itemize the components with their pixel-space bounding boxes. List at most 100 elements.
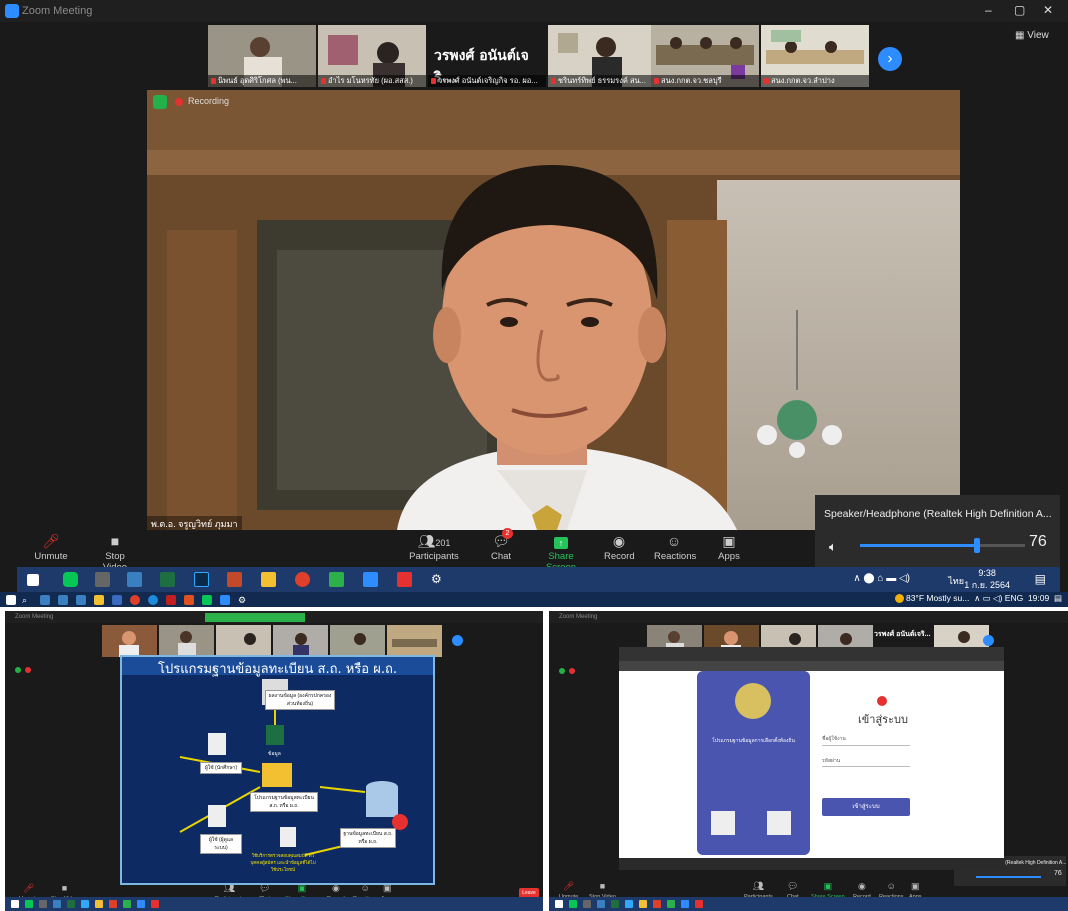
participant-thumb[interactable]: สนง.กกต.จว.ลำปาง (761, 25, 869, 87)
line-app-icon[interactable] (569, 900, 577, 908)
notes-icon[interactable] (597, 900, 605, 908)
speaker-icon: 🔈︎ (829, 539, 837, 554)
file-explorer-icon[interactable] (95, 900, 103, 908)
reactions-button[interactable]: ☺ Reactions (654, 530, 696, 562)
mini-participant-thumb[interactable] (159, 625, 214, 657)
chrome-icon[interactable] (109, 900, 117, 908)
line-app-icon[interactable] (63, 572, 78, 587)
chrome-icon[interactable] (295, 572, 310, 587)
username-input[interactable] (822, 745, 910, 746)
participant-thumb[interactable]: อำไร มโนหรทัย (ผอ.สสส.) (318, 25, 426, 87)
recorder-icon[interactable] (695, 900, 703, 908)
app-icon[interactable] (40, 595, 50, 605)
excel-icon[interactable] (67, 900, 75, 908)
excel-icon[interactable] (160, 572, 175, 587)
participant-thumb[interactable]: สนง.กกต.จว.ชลบุรี (651, 25, 759, 87)
next-page-arrow-icon[interactable] (452, 635, 463, 646)
store-icon[interactable] (112, 595, 122, 605)
excel-icon[interactable] (611, 900, 619, 908)
language-indicator[interactable]: ไทย (948, 574, 964, 588)
participants-icon: 👥︎201 (417, 533, 451, 549)
notifications-icon[interactable]: ▤ (1035, 572, 1046, 586)
tray-icons[interactable]: ∧ ⬤ ⌂ ▬ ◁) (853, 573, 910, 584)
chrome-icon[interactable] (653, 900, 661, 908)
participants-button[interactable]: 👥︎201 Participants (404, 530, 464, 562)
apps-label: Apps (718, 551, 740, 562)
edge-icon[interactable] (148, 595, 158, 605)
close-button[interactable]: ✕ (1043, 3, 1053, 17)
chrome-icon[interactable] (130, 595, 140, 605)
camtasia-icon[interactable] (329, 572, 344, 587)
mini-participant-thumb[interactable] (102, 625, 157, 657)
app-icon[interactable] (227, 572, 242, 587)
volume-slider-fill[interactable] (976, 876, 1041, 878)
password-input[interactable] (822, 766, 910, 767)
line-app-icon[interactable] (202, 595, 212, 605)
start-button-icon[interactable] (11, 900, 19, 908)
notes-icon[interactable] (53, 900, 61, 908)
start-button-icon[interactable] (6, 595, 16, 605)
app-icon[interactable] (76, 595, 86, 605)
qr-code-icon[interactable] (767, 811, 791, 835)
notifications-icon[interactable]: ▤ (1054, 593, 1062, 603)
mini-participant-thumb[interactable] (216, 625, 271, 657)
zoom-taskbar-icon[interactable] (681, 900, 689, 908)
photoshop-icon[interactable] (81, 900, 89, 908)
recorder-icon[interactable] (397, 572, 412, 587)
qr-code-icon[interactable] (711, 811, 735, 835)
calculator-icon[interactable] (583, 900, 591, 908)
chat-button[interactable]: 💬︎ 2 Chat (486, 528, 516, 562)
minimize-button[interactable]: – (985, 3, 992, 17)
unmute-button[interactable]: 🎤︎ Unmute (34, 530, 68, 562)
mini-participant-thumb[interactable] (330, 625, 385, 657)
mini-participant-thumb[interactable] (387, 625, 442, 657)
taskbar-clock[interactable]: 9:38 1 ก.ย. 2564 (964, 568, 1010, 592)
mini-window-title: Zoom Meeting (15, 614, 54, 620)
participant-thumb[interactable]: ชรินทร์ทิพย์ ธรรมรงค์ สน... (548, 25, 656, 87)
zoom-taskbar-icon[interactable] (363, 572, 378, 587)
file-explorer-icon[interactable] (639, 900, 647, 908)
app-icon[interactable] (58, 595, 68, 605)
weather-text[interactable]: 83°F Mostly su... (906, 593, 969, 603)
participant-thumb[interactable]: นิพนธ์ อุดศิริโกศล (พน... (208, 25, 316, 87)
camtasia-icon[interactable] (123, 900, 131, 908)
start-button-icon[interactable] (27, 574, 39, 586)
participant-thumb-speaker[interactable]: วรพงศ์ อนันต์เจริ... วรพงศ์ อนันต์เจริญก… (428, 25, 546, 87)
browser-address-bar[interactable] (619, 661, 1004, 671)
record-button[interactable]: ◉ Record (604, 530, 635, 562)
view-button[interactable]: ▦ View (1015, 30, 1049, 41)
outer-clock[interactable]: 19:09 (1028, 593, 1049, 603)
mini-taskbar (5, 897, 543, 911)
photoshop-icon[interactable] (194, 572, 209, 587)
start-button-icon[interactable] (555, 900, 563, 908)
login-brand-icon (877, 696, 887, 706)
photoshop-icon[interactable] (625, 900, 633, 908)
settings-gear-icon[interactable]: ⚙ (238, 595, 248, 605)
camtasia-icon[interactable] (667, 900, 675, 908)
search-icon[interactable]: ⌕ (22, 595, 32, 605)
file-explorer-icon[interactable] (261, 572, 276, 587)
line-app-icon[interactable] (25, 900, 33, 908)
acrobat-icon[interactable] (166, 595, 176, 605)
participant-count: 201 (435, 538, 451, 548)
file-explorer-icon[interactable] (94, 595, 104, 605)
app-icon[interactable] (184, 595, 194, 605)
volume-slider-knob[interactable] (974, 538, 980, 553)
calculator-icon[interactable] (39, 900, 47, 908)
login-submit-button[interactable]: เข้าสู่ระบบ (822, 798, 910, 816)
next-page-arrow-icon[interactable] (983, 635, 994, 646)
volume-slider-fill (860, 544, 978, 547)
restore-button[interactable]: ▢ (1014, 3, 1025, 17)
next-page-arrow-icon[interactable]: › (878, 47, 902, 71)
mini-taskbar (549, 897, 1068, 911)
notes-icon[interactable] (127, 572, 142, 587)
zoom-taskbar-icon[interactable] (220, 595, 230, 605)
apps-button[interactable]: ▣ Apps (716, 530, 742, 562)
zoom-taskbar-icon[interactable] (137, 900, 145, 908)
settings-gear-icon[interactable]: ⚙ (431, 572, 446, 587)
outer-language[interactable]: ENG (1005, 593, 1023, 603)
recorder-icon[interactable] (151, 900, 159, 908)
audio-volume-panel: Speaker/Headphone (Realtek High Definiti… (815, 495, 1060, 573)
calculator-icon[interactable] (95, 572, 110, 587)
mini-participant-thumb[interactable] (273, 625, 328, 657)
